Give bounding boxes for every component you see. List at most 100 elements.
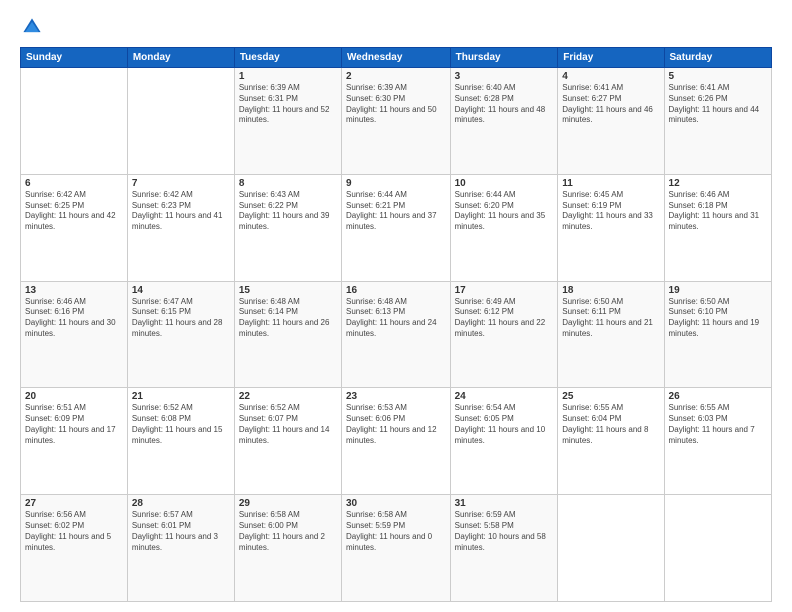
calendar-day-cell: 7Sunrise: 6:42 AM Sunset: 6:23 PM Daylig… bbox=[127, 174, 234, 281]
weekday-header: Wednesday bbox=[341, 48, 450, 68]
day-number: 26 bbox=[669, 391, 767, 402]
day-info: Sunrise: 6:52 AM Sunset: 6:07 PM Dayligh… bbox=[239, 403, 337, 446]
day-info: Sunrise: 6:47 AM Sunset: 6:15 PM Dayligh… bbox=[132, 297, 230, 340]
calendar-header-row: SundayMondayTuesdayWednesdayThursdayFrid… bbox=[21, 48, 772, 68]
calendar-day-cell: 31Sunrise: 6:59 AM Sunset: 5:58 PM Dayli… bbox=[450, 495, 558, 602]
calendar-day-cell: 18Sunrise: 6:50 AM Sunset: 6:11 PM Dayli… bbox=[558, 281, 664, 388]
day-number: 14 bbox=[132, 285, 230, 296]
day-info: Sunrise: 6:57 AM Sunset: 6:01 PM Dayligh… bbox=[132, 510, 230, 553]
logo bbox=[20, 15, 48, 39]
day-info: Sunrise: 6:46 AM Sunset: 6:18 PM Dayligh… bbox=[669, 190, 767, 233]
calendar-day-cell: 30Sunrise: 6:58 AM Sunset: 5:59 PM Dayli… bbox=[341, 495, 450, 602]
day-number: 29 bbox=[239, 498, 337, 509]
day-info: Sunrise: 6:50 AM Sunset: 6:11 PM Dayligh… bbox=[562, 297, 659, 340]
weekday-header: Thursday bbox=[450, 48, 558, 68]
calendar-day-cell: 2Sunrise: 6:39 AM Sunset: 6:30 PM Daylig… bbox=[341, 68, 450, 175]
calendar-day-cell: 15Sunrise: 6:48 AM Sunset: 6:14 PM Dayli… bbox=[234, 281, 341, 388]
day-number: 30 bbox=[346, 498, 446, 509]
calendar-day-cell: 29Sunrise: 6:58 AM Sunset: 6:00 PM Dayli… bbox=[234, 495, 341, 602]
day-number: 1 bbox=[239, 71, 337, 82]
day-info: Sunrise: 6:54 AM Sunset: 6:05 PM Dayligh… bbox=[455, 403, 554, 446]
calendar-day-cell: 3Sunrise: 6:40 AM Sunset: 6:28 PM Daylig… bbox=[450, 68, 558, 175]
calendar-week-row: 13Sunrise: 6:46 AM Sunset: 6:16 PM Dayli… bbox=[21, 281, 772, 388]
day-info: Sunrise: 6:42 AM Sunset: 6:23 PM Dayligh… bbox=[132, 190, 230, 233]
day-info: Sunrise: 6:56 AM Sunset: 6:02 PM Dayligh… bbox=[25, 510, 123, 553]
day-number: 2 bbox=[346, 71, 446, 82]
calendar-day-cell: 10Sunrise: 6:44 AM Sunset: 6:20 PM Dayli… bbox=[450, 174, 558, 281]
calendar-week-row: 1Sunrise: 6:39 AM Sunset: 6:31 PM Daylig… bbox=[21, 68, 772, 175]
day-info: Sunrise: 6:59 AM Sunset: 5:58 PM Dayligh… bbox=[455, 510, 554, 553]
calendar-day-cell: 6Sunrise: 6:42 AM Sunset: 6:25 PM Daylig… bbox=[21, 174, 128, 281]
weekday-header: Monday bbox=[127, 48, 234, 68]
weekday-header: Tuesday bbox=[234, 48, 341, 68]
calendar-day-cell: 4Sunrise: 6:41 AM Sunset: 6:27 PM Daylig… bbox=[558, 68, 664, 175]
day-number: 3 bbox=[455, 71, 554, 82]
day-number: 17 bbox=[455, 285, 554, 296]
calendar-day-cell bbox=[558, 495, 664, 602]
day-number: 23 bbox=[346, 391, 446, 402]
day-info: Sunrise: 6:55 AM Sunset: 6:03 PM Dayligh… bbox=[669, 403, 767, 446]
day-number: 7 bbox=[132, 178, 230, 189]
calendar: SundayMondayTuesdayWednesdayThursdayFrid… bbox=[20, 47, 772, 602]
calendar-day-cell: 12Sunrise: 6:46 AM Sunset: 6:18 PM Dayli… bbox=[664, 174, 771, 281]
day-number: 28 bbox=[132, 498, 230, 509]
calendar-week-row: 6Sunrise: 6:42 AM Sunset: 6:25 PM Daylig… bbox=[21, 174, 772, 281]
day-info: Sunrise: 6:48 AM Sunset: 6:14 PM Dayligh… bbox=[239, 297, 337, 340]
day-info: Sunrise: 6:45 AM Sunset: 6:19 PM Dayligh… bbox=[562, 190, 659, 233]
day-number: 25 bbox=[562, 391, 659, 402]
logo-icon bbox=[20, 15, 44, 39]
day-number: 10 bbox=[455, 178, 554, 189]
calendar-week-row: 27Sunrise: 6:56 AM Sunset: 6:02 PM Dayli… bbox=[21, 495, 772, 602]
calendar-day-cell bbox=[127, 68, 234, 175]
day-info: Sunrise: 6:40 AM Sunset: 6:28 PM Dayligh… bbox=[455, 83, 554, 126]
calendar-day-cell: 14Sunrise: 6:47 AM Sunset: 6:15 PM Dayli… bbox=[127, 281, 234, 388]
day-number: 20 bbox=[25, 391, 123, 402]
calendar-day-cell: 16Sunrise: 6:48 AM Sunset: 6:13 PM Dayli… bbox=[341, 281, 450, 388]
day-info: Sunrise: 6:58 AM Sunset: 6:00 PM Dayligh… bbox=[239, 510, 337, 553]
day-number: 31 bbox=[455, 498, 554, 509]
day-info: Sunrise: 6:51 AM Sunset: 6:09 PM Dayligh… bbox=[25, 403, 123, 446]
day-info: Sunrise: 6:58 AM Sunset: 5:59 PM Dayligh… bbox=[346, 510, 446, 553]
calendar-day-cell: 24Sunrise: 6:54 AM Sunset: 6:05 PM Dayli… bbox=[450, 388, 558, 495]
calendar-day-cell: 22Sunrise: 6:52 AM Sunset: 6:07 PM Dayli… bbox=[234, 388, 341, 495]
calendar-day-cell: 5Sunrise: 6:41 AM Sunset: 6:26 PM Daylig… bbox=[664, 68, 771, 175]
page: SundayMondayTuesdayWednesdayThursdayFrid… bbox=[0, 0, 792, 612]
day-info: Sunrise: 6:42 AM Sunset: 6:25 PM Dayligh… bbox=[25, 190, 123, 233]
day-info: Sunrise: 6:49 AM Sunset: 6:12 PM Dayligh… bbox=[455, 297, 554, 340]
day-number: 19 bbox=[669, 285, 767, 296]
day-info: Sunrise: 6:41 AM Sunset: 6:26 PM Dayligh… bbox=[669, 83, 767, 126]
day-info: Sunrise: 6:44 AM Sunset: 6:21 PM Dayligh… bbox=[346, 190, 446, 233]
day-number: 11 bbox=[562, 178, 659, 189]
day-number: 27 bbox=[25, 498, 123, 509]
day-number: 5 bbox=[669, 71, 767, 82]
day-info: Sunrise: 6:50 AM Sunset: 6:10 PM Dayligh… bbox=[669, 297, 767, 340]
day-info: Sunrise: 6:55 AM Sunset: 6:04 PM Dayligh… bbox=[562, 403, 659, 446]
day-info: Sunrise: 6:41 AM Sunset: 6:27 PM Dayligh… bbox=[562, 83, 659, 126]
calendar-day-cell: 13Sunrise: 6:46 AM Sunset: 6:16 PM Dayli… bbox=[21, 281, 128, 388]
day-info: Sunrise: 6:53 AM Sunset: 6:06 PM Dayligh… bbox=[346, 403, 446, 446]
calendar-day-cell: 23Sunrise: 6:53 AM Sunset: 6:06 PM Dayli… bbox=[341, 388, 450, 495]
calendar-day-cell: 9Sunrise: 6:44 AM Sunset: 6:21 PM Daylig… bbox=[341, 174, 450, 281]
day-info: Sunrise: 6:48 AM Sunset: 6:13 PM Dayligh… bbox=[346, 297, 446, 340]
day-number: 18 bbox=[562, 285, 659, 296]
day-number: 21 bbox=[132, 391, 230, 402]
day-info: Sunrise: 6:46 AM Sunset: 6:16 PM Dayligh… bbox=[25, 297, 123, 340]
calendar-day-cell: 27Sunrise: 6:56 AM Sunset: 6:02 PM Dayli… bbox=[21, 495, 128, 602]
day-info: Sunrise: 6:39 AM Sunset: 6:30 PM Dayligh… bbox=[346, 83, 446, 126]
day-number: 13 bbox=[25, 285, 123, 296]
weekday-header: Saturday bbox=[664, 48, 771, 68]
calendar-week-row: 20Sunrise: 6:51 AM Sunset: 6:09 PM Dayli… bbox=[21, 388, 772, 495]
header bbox=[20, 15, 772, 39]
day-info: Sunrise: 6:52 AM Sunset: 6:08 PM Dayligh… bbox=[132, 403, 230, 446]
calendar-day-cell bbox=[21, 68, 128, 175]
day-number: 9 bbox=[346, 178, 446, 189]
weekday-header: Friday bbox=[558, 48, 664, 68]
calendar-day-cell: 20Sunrise: 6:51 AM Sunset: 6:09 PM Dayli… bbox=[21, 388, 128, 495]
day-number: 15 bbox=[239, 285, 337, 296]
day-number: 22 bbox=[239, 391, 337, 402]
day-number: 12 bbox=[669, 178, 767, 189]
calendar-day-cell: 8Sunrise: 6:43 AM Sunset: 6:22 PM Daylig… bbox=[234, 174, 341, 281]
calendar-day-cell: 11Sunrise: 6:45 AM Sunset: 6:19 PM Dayli… bbox=[558, 174, 664, 281]
calendar-day-cell bbox=[664, 495, 771, 602]
calendar-day-cell: 25Sunrise: 6:55 AM Sunset: 6:04 PM Dayli… bbox=[558, 388, 664, 495]
